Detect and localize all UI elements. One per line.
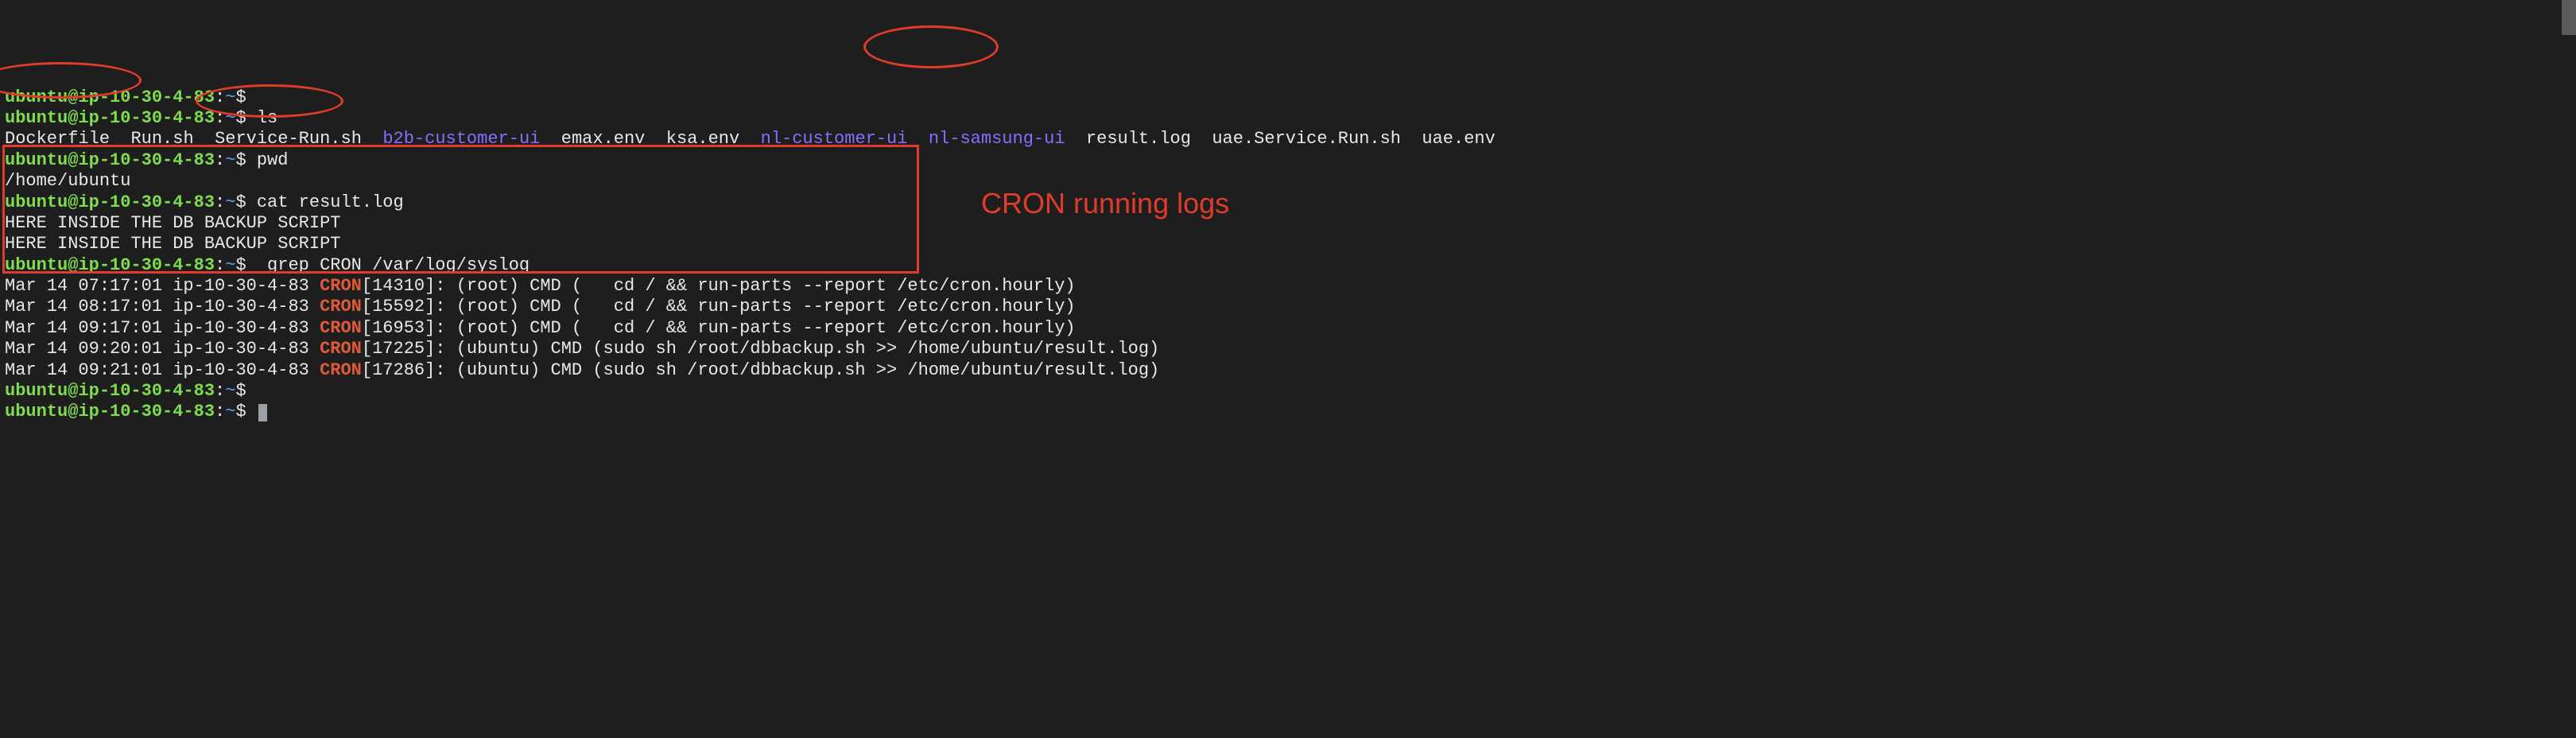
prompt-user-host: ubuntu@ip-10-30-4-83 [5,402,215,421]
text [540,129,561,149]
text [1401,129,1422,149]
prompt-dollar: $ [235,108,256,128]
terminal-line: ubuntu@ip-10-30-4-83:~$ [5,402,2571,422]
ls-item: result.log [1086,129,1191,149]
prompt-user-host: ubuntu@ip-10-30-4-83 [5,192,215,212]
cat-output: HERE INSIDE THE DB BACKUP SCRIPT [5,234,340,254]
terminal-line: HERE INSIDE THE DB BACKUP SCRIPT [5,213,2571,234]
text [1191,129,1212,149]
cat-output: HERE INSIDE THE DB BACKUP SCRIPT [5,213,340,233]
terminal-line: ubuntu@ip-10-30-4-83:~$ pwd [5,150,2571,171]
cron-rest: [17225]: (ubuntu) CMD (sudo sh /root/dbb… [362,339,1159,359]
ls-item: Dockerfile [5,129,110,149]
text [362,129,382,149]
ls-item: uae.Service.Run.sh [1212,129,1401,149]
prompt-cwd: ~ [225,192,235,212]
prompt-colon: : [215,192,225,212]
prompt-colon: : [215,87,225,107]
annotation-label: CRON running logs [981,186,1229,220]
text [110,129,130,149]
ls-item-dir: nl-samsung-ui [929,129,1065,149]
prompt-colon: : [215,255,225,275]
terminal-line: Mar 14 09:20:01 ip-10-30-4-83 CRON[17225… [5,339,2571,359]
prompt-user-host: ubuntu@ip-10-30-4-83 [5,381,215,401]
prompt-colon: : [215,108,225,128]
prompt-colon: : [215,402,225,421]
prompt-user-host: ubuntu@ip-10-30-4-83 [5,255,215,275]
text [739,129,760,149]
scrollbar[interactable] [2562,0,2576,35]
cron-prefix: Mar 14 07:17:01 ip-10-30-4-83 [5,276,320,296]
terminal-line: ubuntu@ip-10-30-4-83:~$ ls [5,108,2571,129]
prompt-user-host: ubuntu@ip-10-30-4-83 [5,108,215,128]
cron-prefix: Mar 14 09:17:01 ip-10-30-4-83 [5,318,320,338]
text [1065,129,1086,149]
cron-rest: [14310]: (root) CMD ( cd / && run-parts … [362,276,1076,296]
cron-rest: [17286]: (ubuntu) CMD (sudo sh /root/dbb… [362,360,1159,380]
cron-tag: CRON [320,318,362,338]
prompt-user-host: ubuntu@ip-10-30-4-83 [5,150,215,170]
terminal-output[interactable]: ubuntu@ip-10-30-4-83:~$ ubuntu@ip-10-30-… [5,87,2571,423]
terminal-line: Mar 14 09:21:01 ip-10-30-4-83 CRON[17286… [5,360,2571,381]
ls-item: emax.env [561,129,646,149]
prompt-user-host: ubuntu@ip-10-30-4-83 [5,87,215,107]
terminal-line: /home/ubuntu [5,171,2571,192]
prompt-dollar: $ [235,255,256,275]
cron-tag: CRON [320,360,362,380]
cmd-pwd: pwd [257,150,289,170]
cron-tag: CRON [320,297,362,317]
highlight-result-log [863,25,999,68]
text [194,129,215,149]
ls-item-dir: b2b-customer-ui [382,129,540,149]
terminal-line: ubuntu@ip-10-30-4-83:~$ [5,381,2571,402]
prompt-dollar: $ [235,192,256,212]
terminal-line: HERE INSIDE THE DB BACKUP SCRIPT [5,234,2571,254]
terminal-line: Dockerfile Run.sh Service-Run.sh b2b-cus… [5,129,2571,150]
text [907,129,928,149]
prompt-dollar: $ [235,381,256,401]
prompt-colon: : [215,150,225,170]
ls-item: ksa.env [666,129,739,149]
cron-prefix: Mar 14 08:17:01 ip-10-30-4-83 [5,297,320,317]
terminal-line: ubuntu@ip-10-30-4-83:~$ [5,87,2571,108]
prompt-dollar: $ [235,87,256,107]
cmd-ls: ls [257,108,277,128]
cron-rest: [15592]: (root) CMD ( cd / && run-parts … [362,297,1076,317]
cmd-cat: cat result.log [257,192,404,212]
prompt-cwd: ~ [225,381,235,401]
text [645,129,665,149]
ls-item: Run.sh [130,129,193,149]
cron-tag: CRON [320,276,362,296]
terminal-line: ubuntu@ip-10-30-4-83:~$ grep CRON /var/l… [5,255,2571,276]
cmd-grep: grep CRON /var/log/syslog [257,255,530,275]
cursor [258,404,267,421]
ls-item: Service-Run.sh [215,129,362,149]
prompt-cwd: ~ [225,402,235,421]
ls-item: uae.env [1422,129,1495,149]
terminal-line: ubuntu@ip-10-30-4-83:~$ cat result.log [5,192,2571,213]
cron-prefix: Mar 14 09:20:01 ip-10-30-4-83 [5,339,320,359]
terminal-line: Mar 14 08:17:01 ip-10-30-4-83 CRON[15592… [5,297,2571,317]
prompt-cwd: ~ [225,255,235,275]
ls-item-dir: nl-customer-ui [761,129,908,149]
prompt-dollar: $ [235,150,256,170]
terminal-line: Mar 14 09:17:01 ip-10-30-4-83 CRON[16953… [5,318,2571,339]
prompt-dollar: $ [235,402,256,421]
pwd-output: /home/ubuntu [5,171,130,191]
cron-rest: [16953]: (root) CMD ( cd / && run-parts … [362,318,1076,338]
terminal-line: Mar 14 07:17:01 ip-10-30-4-83 CRON[14310… [5,276,2571,297]
prompt-colon: : [215,381,225,401]
prompt-cwd: ~ [225,87,235,107]
prompt-cwd: ~ [225,108,235,128]
prompt-cwd: ~ [225,150,235,170]
cron-prefix: Mar 14 09:21:01 ip-10-30-4-83 [5,360,320,380]
cron-tag: CRON [320,339,362,359]
